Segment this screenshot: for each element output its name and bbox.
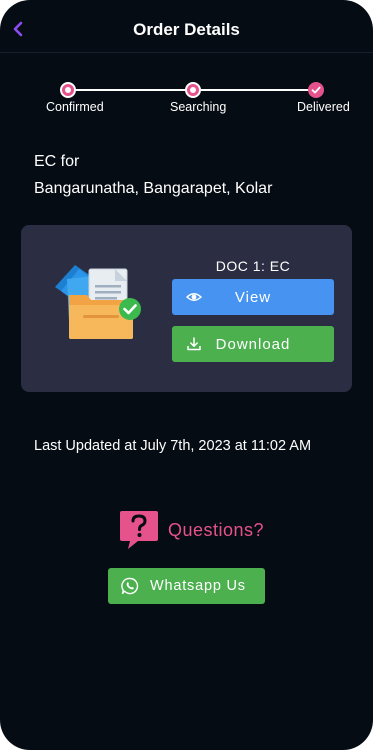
folder-documents-check-icon bbox=[55, 265, 141, 339]
view-button[interactable]: View bbox=[172, 279, 334, 315]
step-confirmed-dot bbox=[60, 82, 76, 98]
step-label-searching: Searching bbox=[170, 100, 227, 114]
questions-section: Questions? bbox=[118, 509, 264, 551]
download-button[interactable]: Download bbox=[172, 326, 334, 362]
step-label-delivered: Delivered bbox=[297, 100, 350, 114]
page-title: Order Details bbox=[133, 20, 240, 39]
whatsapp-us-label: Whatsapp Us bbox=[150, 578, 246, 594]
view-button-label: View bbox=[234, 288, 272, 306]
header: Order Details bbox=[0, 0, 373, 53]
download-icon bbox=[187, 337, 201, 351]
document-title: DOC 1: EC bbox=[215, 258, 291, 274]
step-label-confirmed: Confirmed bbox=[46, 100, 104, 114]
order-type: EC for bbox=[34, 153, 80, 170]
whatsapp-icon bbox=[121, 577, 139, 595]
download-button-label: Download bbox=[215, 335, 291, 353]
step-delivered-check-icon bbox=[308, 82, 324, 98]
document-card: DOC 1: EC View Download bbox=[21, 225, 352, 392]
last-updated-text: Last Updated at July 7th, 2023 at 11:02 … bbox=[34, 438, 312, 454]
app-screen: Order Details Confirmed Searching Delive… bbox=[0, 0, 373, 750]
question-bubble-icon bbox=[120, 511, 158, 549]
eye-icon bbox=[186, 293, 202, 301]
order-description: EC for Bangarunatha, Bangarapet, Kolar bbox=[34, 148, 272, 202]
questions-label: Questions? bbox=[168, 519, 265, 540]
step-searching-dot bbox=[185, 82, 201, 98]
order-progress-tracker: Confirmed Searching Delivered bbox=[0, 80, 373, 120]
order-location: Bangarunatha, Bangarapet, Kolar bbox=[34, 180, 273, 197]
whatsapp-us-button[interactable]: Whatsapp Us bbox=[108, 568, 265, 604]
